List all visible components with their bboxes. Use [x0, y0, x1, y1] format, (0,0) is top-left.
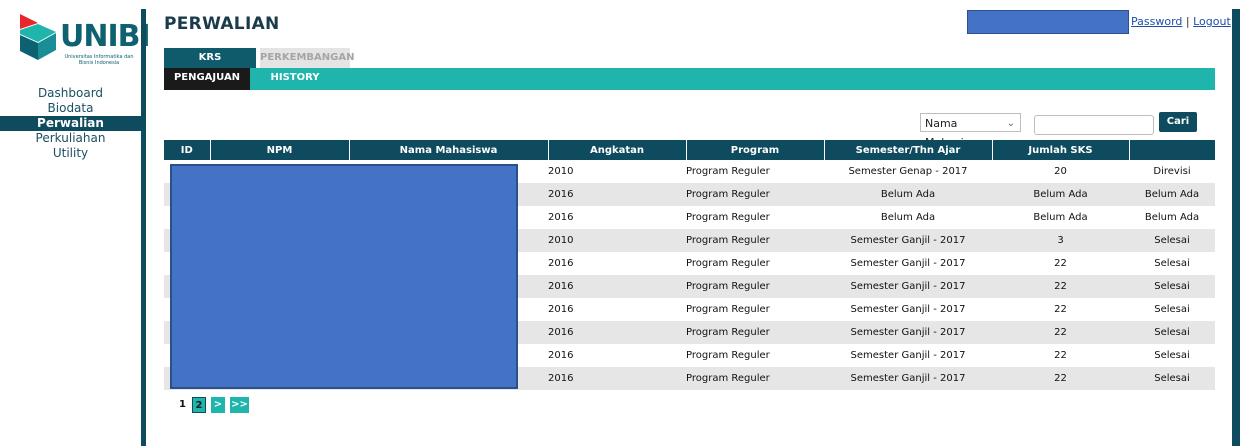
unibi-logo-icon	[20, 14, 56, 60]
sidebar-item-dashboard[interactable]: Dashboard	[0, 86, 141, 101]
chevron-down-icon: ⌄	[1006, 118, 1015, 129]
col-header-program[interactable]: Program	[686, 140, 825, 160]
page-1-link[interactable]: 1	[178, 397, 187, 413]
cell-program: Program Reguler	[686, 298, 824, 321]
cell-semester: Semester Ganjil - 2017	[824, 229, 992, 252]
cell-semester: Semester Ganjil - 2017	[824, 252, 992, 275]
col-header-id[interactable]: ID	[164, 140, 211, 160]
cell-program: Program Reguler	[686, 183, 824, 206]
page-title: PERWALIAN	[164, 14, 280, 34]
sidebar-item-perkuliahan[interactable]: Perkuliahan	[0, 131, 141, 146]
cell-semester: Belum Ada	[824, 206, 992, 229]
logo-tagline: Universitas Informatika dan Bisnis Indon…	[64, 54, 134, 66]
col-header-npm[interactable]: NPM	[210, 140, 350, 160]
cell-status: Direvisi	[1129, 160, 1215, 183]
cell-program: Program Reguler	[686, 321, 824, 344]
cell-angkatan: 2016	[548, 298, 686, 321]
cell-jumlah-sks: 22	[992, 252, 1129, 275]
page-2-button[interactable]: 2	[192, 397, 206, 413]
col-header-nama[interactable]: Nama Mahasiswa	[349, 140, 549, 160]
sidebar-item-utility[interactable]: Utility	[0, 146, 141, 161]
cell-jumlah-sks: 22	[992, 298, 1129, 321]
cell-program: Program Reguler	[686, 275, 824, 298]
cell-jumlah-sks: 22	[992, 344, 1129, 367]
cell-jumlah-sks: 22	[992, 367, 1129, 390]
cell-status: Selesai	[1129, 252, 1215, 275]
cell-angkatan: 2016	[548, 183, 686, 206]
sidebar-item-biodata[interactable]: Biodata	[0, 101, 141, 116]
cell-semester: Semester Ganjil - 2017	[824, 298, 992, 321]
cell-semester: Semester Ganjil - 2017	[824, 275, 992, 298]
cell-program: Program Reguler	[686, 229, 824, 252]
sidebar: UNIBI Universitas Informatika dan Bisnis…	[0, 0, 151, 446]
cell-angkatan: 2010	[548, 160, 686, 183]
user-name-redacted	[967, 10, 1129, 34]
cell-program: Program Reguler	[686, 344, 824, 367]
subtab-pengajuan[interactable]: PENGAJUAN	[164, 68, 250, 90]
cell-jumlah-sks: 22	[992, 275, 1129, 298]
cell-program: Program Reguler	[686, 252, 824, 275]
cell-angkatan: 2010	[548, 229, 686, 252]
cell-angkatan: 2016	[548, 275, 686, 298]
logout-link[interactable]: Logout	[1193, 15, 1231, 28]
logo[interactable]: UNIBI Universitas Informatika dan Bisnis…	[18, 14, 151, 66]
cell-angkatan: 2016	[548, 367, 686, 390]
cell-status: Belum Ada	[1129, 183, 1215, 206]
cell-status: Selesai	[1129, 344, 1215, 367]
cell-status: Selesai	[1129, 367, 1215, 390]
cell-jumlah-sks: Belum Ada	[992, 183, 1129, 206]
right-border	[1232, 9, 1240, 446]
col-header-sks[interactable]: Jumlah SKS	[992, 140, 1130, 160]
cell-semester: Belum Ada	[824, 183, 992, 206]
next-page-button[interactable]: >	[211, 397, 225, 413]
col-header-angkatan[interactable]: Angkatan	[548, 140, 687, 160]
col-header-status	[1129, 140, 1216, 160]
cell-status: Selesai	[1129, 298, 1215, 321]
top-links: Password | Logout	[1131, 15, 1231, 28]
cell-status: Selesai	[1129, 275, 1215, 298]
password-link[interactable]: Password	[1131, 15, 1182, 28]
cell-angkatan: 2016	[548, 344, 686, 367]
search-button[interactable]: Cari	[1159, 112, 1197, 132]
cell-angkatan: 2016	[548, 321, 686, 344]
cell-semester: Semester Genap - 2017	[824, 160, 992, 183]
cell-semester: Semester Ganjil - 2017	[824, 367, 992, 390]
top-strip	[0, 0, 1244, 9]
cell-angkatan: 2016	[548, 252, 686, 275]
cell-status: Belum Ada	[1129, 206, 1215, 229]
cell-status: Selesai	[1129, 229, 1215, 252]
sidebar-menu: Dashboard Biodata Perwalian Perkuliahan …	[0, 86, 141, 161]
col-header-semester[interactable]: Semester/Thn Ajar	[824, 140, 993, 160]
cell-jumlah-sks: 3	[992, 229, 1129, 252]
link-separator: |	[1185, 15, 1190, 28]
cell-angkatan: 2016	[548, 206, 686, 229]
search-field-select[interactable]: Nama Mahasiswa ⌄	[920, 113, 1021, 149]
tab-perkembangan[interactable]: PERKEMBANGAN	[260, 48, 354, 68]
logo-wordmark: UNIBI	[60, 19, 151, 54]
cell-program: Program Reguler	[686, 206, 824, 229]
sidebar-item-perwalian[interactable]: Perwalian	[0, 116, 141, 131]
cell-jumlah-sks: Belum Ada	[992, 206, 1129, 229]
sidebar-border	[141, 9, 146, 446]
cell-status: Selesai	[1129, 321, 1215, 344]
cell-jumlah-sks: 20	[992, 160, 1129, 183]
tab-krs-mahasiswa[interactable]: KRS MAHASISWA	[164, 48, 256, 83]
cell-jumlah-sks: 22	[992, 321, 1129, 344]
subtab-history[interactable]: HISTORY	[250, 68, 340, 90]
table-header-row: ID NPM Nama Mahasiswa Angkatan Program S…	[164, 140, 1216, 160]
cell-semester: Semester Ganjil - 2017	[824, 321, 992, 344]
redacted-student-info	[170, 164, 518, 389]
last-page-button[interactable]: >>	[230, 397, 249, 413]
cell-program: Program Reguler	[686, 367, 824, 390]
cell-semester: Semester Ganjil - 2017	[824, 344, 992, 367]
cell-program: Program Reguler	[686, 160, 824, 183]
search-input[interactable]	[1034, 115, 1154, 135]
